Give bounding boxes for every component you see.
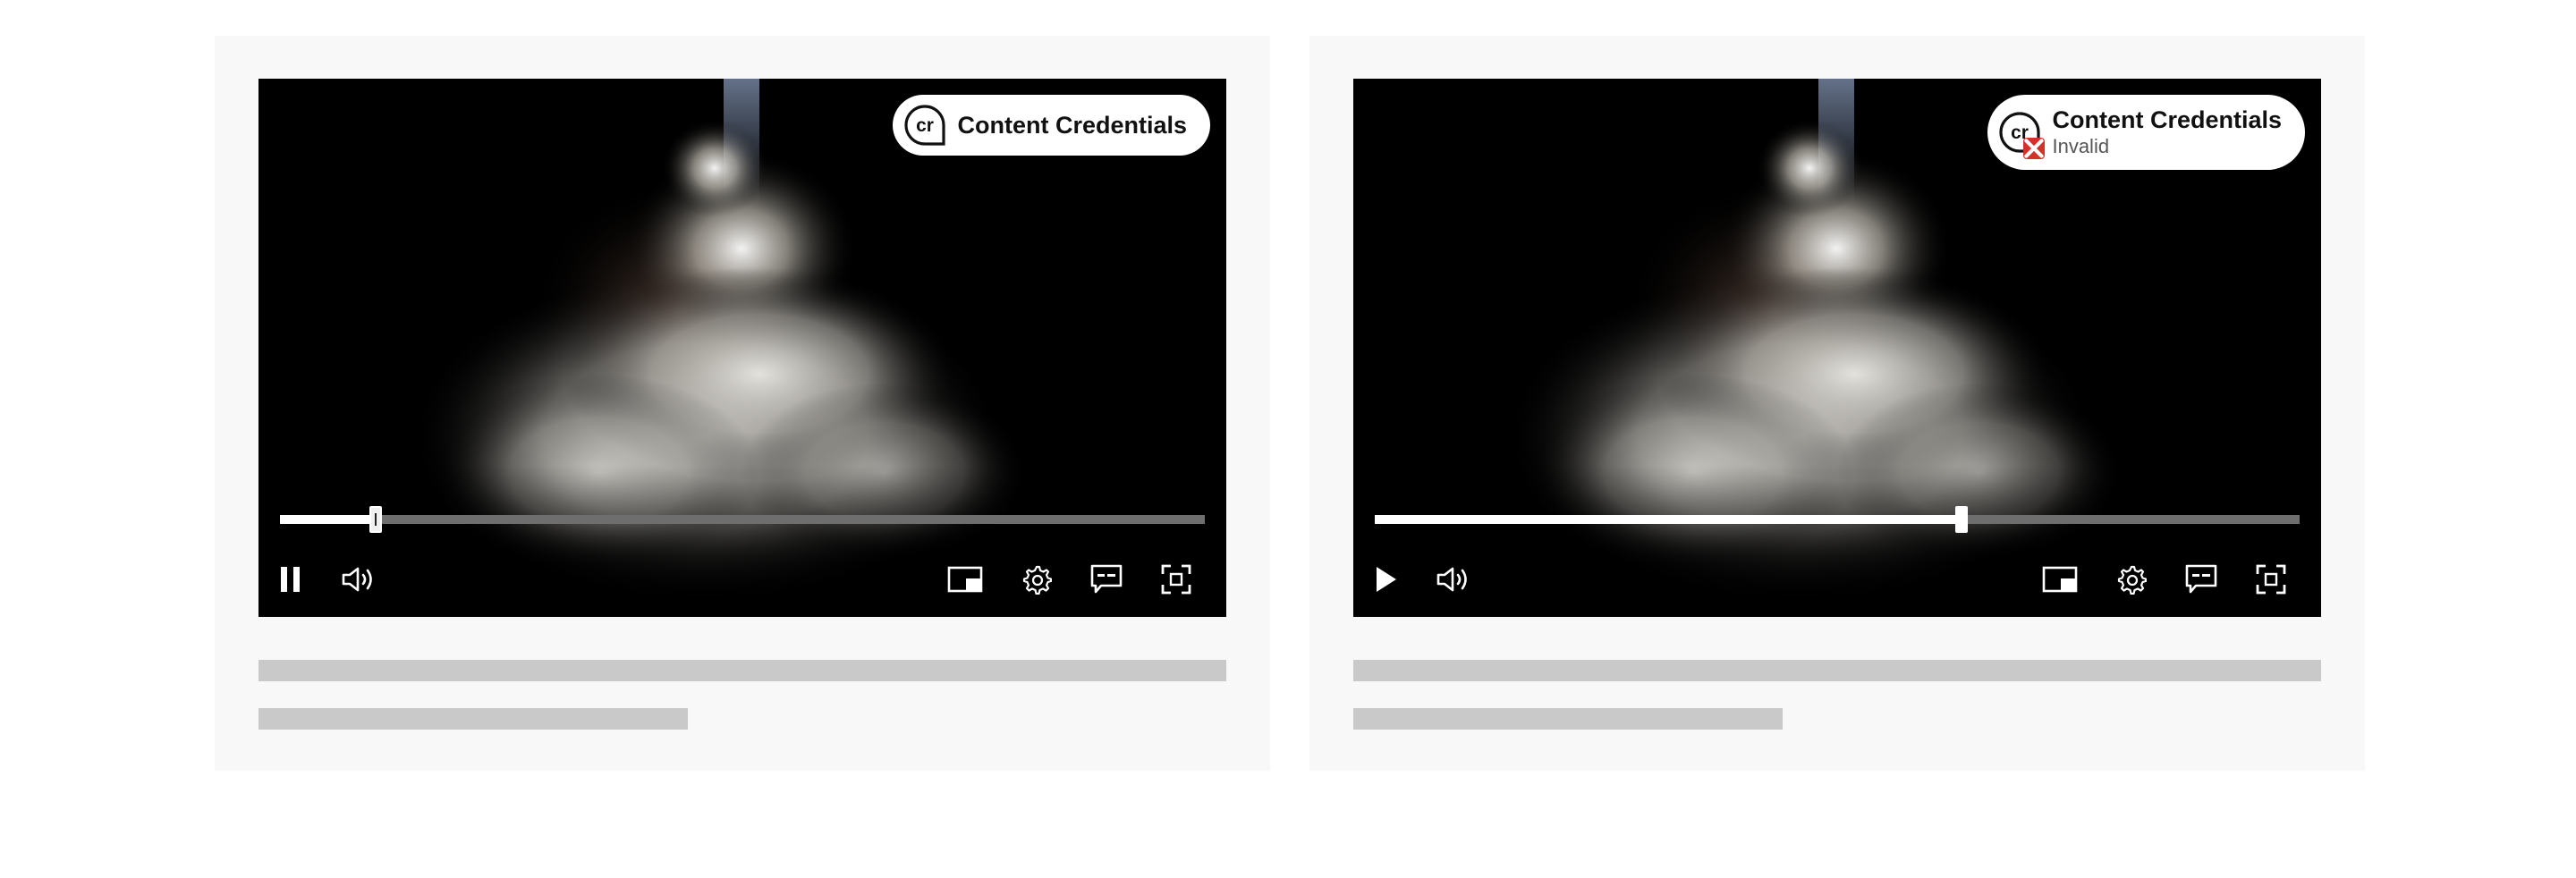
content-credentials-status: Invalid: [2052, 135, 2110, 157]
captions-button[interactable]: [2182, 560, 2221, 599]
volume-icon: [1436, 567, 1467, 592]
text-placeholder-line: [1353, 660, 2321, 681]
progress-fill: [280, 515, 376, 524]
picture-in-picture-icon: [947, 566, 983, 593]
captions-button[interactable]: [1087, 560, 1126, 599]
text-placeholder-line: [258, 660, 1226, 681]
video-player[interactable]: cr Content Credentials: [258, 79, 1226, 617]
fullscreen-button[interactable]: [1157, 560, 1196, 599]
fullscreen-icon: [2256, 564, 2286, 595]
captions-icon: [2185, 564, 2217, 594]
video-player[interactable]: cr Content Credentials Invalid: [1353, 79, 2321, 617]
text-placeholder-line: [258, 708, 688, 730]
svg-text:cr: cr: [917, 115, 935, 136]
progress-thumb[interactable]: [369, 506, 382, 533]
volume-button[interactable]: [1434, 560, 1473, 599]
progress-bar[interactable]: [280, 506, 1205, 533]
content-credentials-badge[interactable]: cr Content Credentials Invalid: [1987, 95, 2305, 170]
picture-in-picture-button[interactable]: [945, 560, 985, 599]
video-card: cr Content Credentials Invalid: [1309, 36, 2365, 771]
video-card: cr Content Credentials: [215, 36, 1270, 771]
fullscreen-icon: [1161, 564, 1191, 595]
settings-button[interactable]: [2112, 560, 2151, 599]
fullscreen-button[interactable]: [2251, 560, 2291, 599]
pause-icon: [281, 567, 300, 592]
content-credentials-badge[interactable]: cr Content Credentials: [893, 95, 1210, 156]
content-credentials-icon: cr: [1998, 111, 2046, 159]
settings-button[interactable]: [1017, 560, 1056, 599]
settings-icon: [1022, 565, 1052, 595]
invalid-x-icon: [2023, 138, 2046, 159]
volume-button[interactable]: [339, 560, 378, 599]
progress-fill: [1375, 515, 1962, 524]
settings-icon: [2117, 565, 2147, 595]
controls-gradient: [1353, 465, 2321, 617]
picture-in-picture-icon: [2042, 566, 2078, 593]
pause-button[interactable]: [271, 560, 310, 599]
content-credentials-title: Content Credentials: [2052, 106, 2282, 133]
captions-icon: [1090, 564, 1123, 594]
progress-thumb[interactable]: [1954, 506, 1968, 533]
controls-gradient: [258, 465, 1226, 617]
text-placeholder-line: [1353, 708, 1783, 730]
progress-bar[interactable]: [1375, 506, 2300, 533]
play-icon: [1377, 567, 1396, 592]
volume-icon: [342, 567, 372, 592]
play-button[interactable]: [1366, 560, 1405, 599]
content-credentials-title: Content Credentials: [957, 112, 1187, 139]
content-credentials-icon: cr: [903, 104, 946, 147]
picture-in-picture-button[interactable]: [2040, 560, 2080, 599]
